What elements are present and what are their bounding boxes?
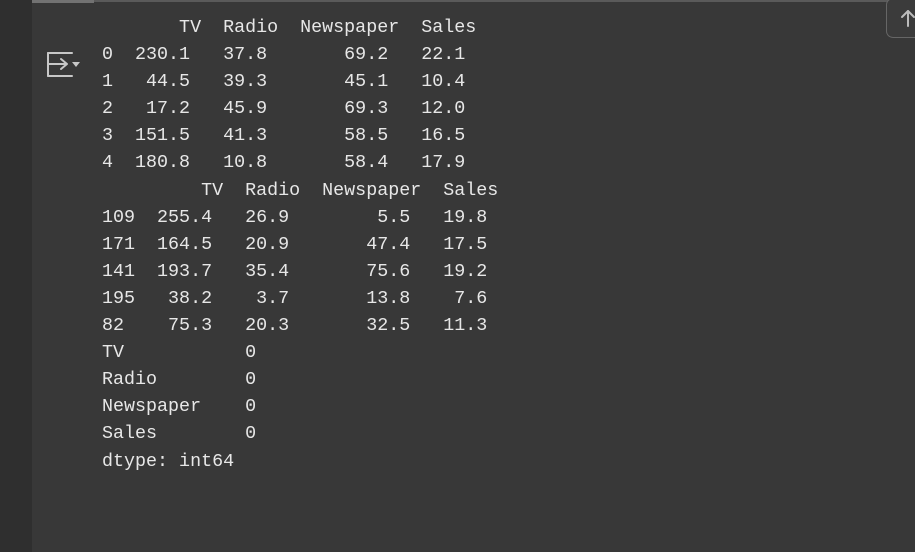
scroll-up-button[interactable] — [886, 0, 915, 38]
cell-top-tab — [32, 0, 94, 3]
cell-output-text: TV Radio Newspaper Sales 0 230.1 37.8 69… — [102, 17, 499, 472]
cell-top-border — [32, 0, 915, 2]
left-gutter — [0, 0, 32, 552]
output-toggle-icon[interactable] — [46, 50, 80, 80]
